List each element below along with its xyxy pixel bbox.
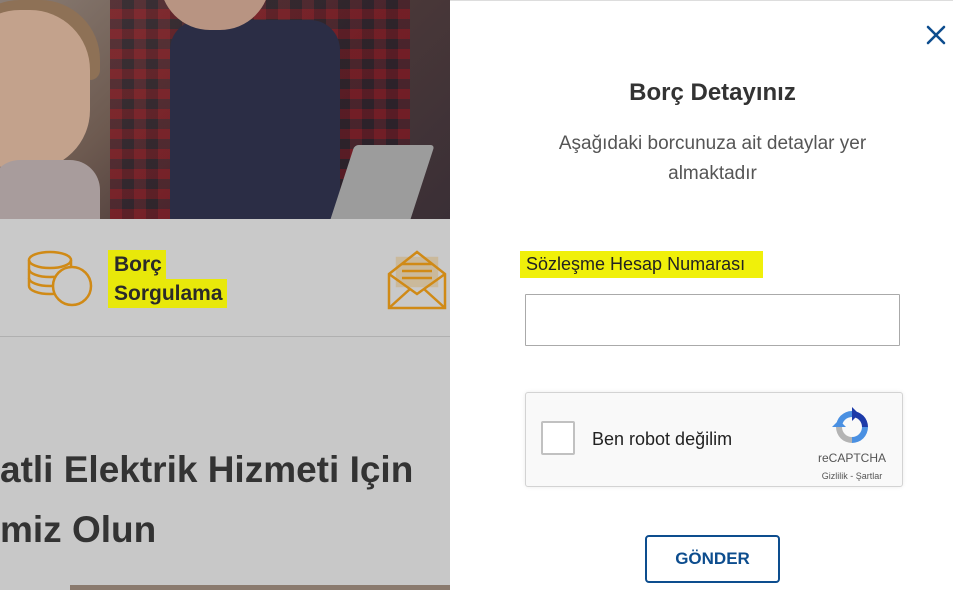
recaptcha-checkbox[interactable]	[541, 421, 575, 455]
hero-image	[0, 0, 450, 219]
headline-line2: miz Olun	[0, 509, 157, 550]
account-number-label: Sözleşme Hesap Numarası	[520, 251, 764, 278]
modal-title: Borç Detayınız	[629, 79, 796, 106]
coins-icon[interactable]	[26, 248, 96, 308]
submit-button[interactable]: GÖNDER	[645, 535, 780, 583]
recaptcha-terms-link[interactable]: Gizlilik - Şartlar	[812, 471, 892, 481]
borc-label-line2: Sorgulama	[108, 279, 227, 308]
borc-sorgulama-link[interactable]: Borç Sorgulama	[108, 250, 227, 308]
recaptcha-brand: reCAPTCHA	[817, 451, 886, 465]
headline-line1: atli Elektrik Hizmeti Için	[0, 449, 414, 490]
close-icon[interactable]	[924, 23, 948, 47]
recaptcha-widget: Ben robot değilim reCAPTCHA Gizlilik - Ş…	[525, 392, 903, 487]
background-page: Borç Sorgulama atli Elektrik Hizmeti Içi…	[0, 0, 450, 590]
account-number-input[interactable]	[525, 294, 900, 346]
page: Borç Sorgulama atli Elektrik Hizmeti Içi…	[0, 0, 953, 590]
account-number-label-text: Sözleşme Hesap Numarası	[520, 251, 764, 278]
envelope-icon[interactable]	[386, 244, 448, 312]
recaptcha-label: Ben robot değilim	[592, 429, 733, 449]
modal-subtitle: Aşağıdaki borcunuza ait detaylar yer alm…	[558, 133, 867, 184]
borc-label-line1: Borç	[108, 250, 166, 279]
image-strip	[70, 585, 450, 590]
recaptcha-logo-icon	[832, 407, 868, 443]
headline: atli Elektrik Hizmeti Için miz Olun	[0, 440, 413, 560]
debt-detail-modal: Borç Detayınız Aşağıdaki borcunuza ait d…	[450, 0, 953, 590]
